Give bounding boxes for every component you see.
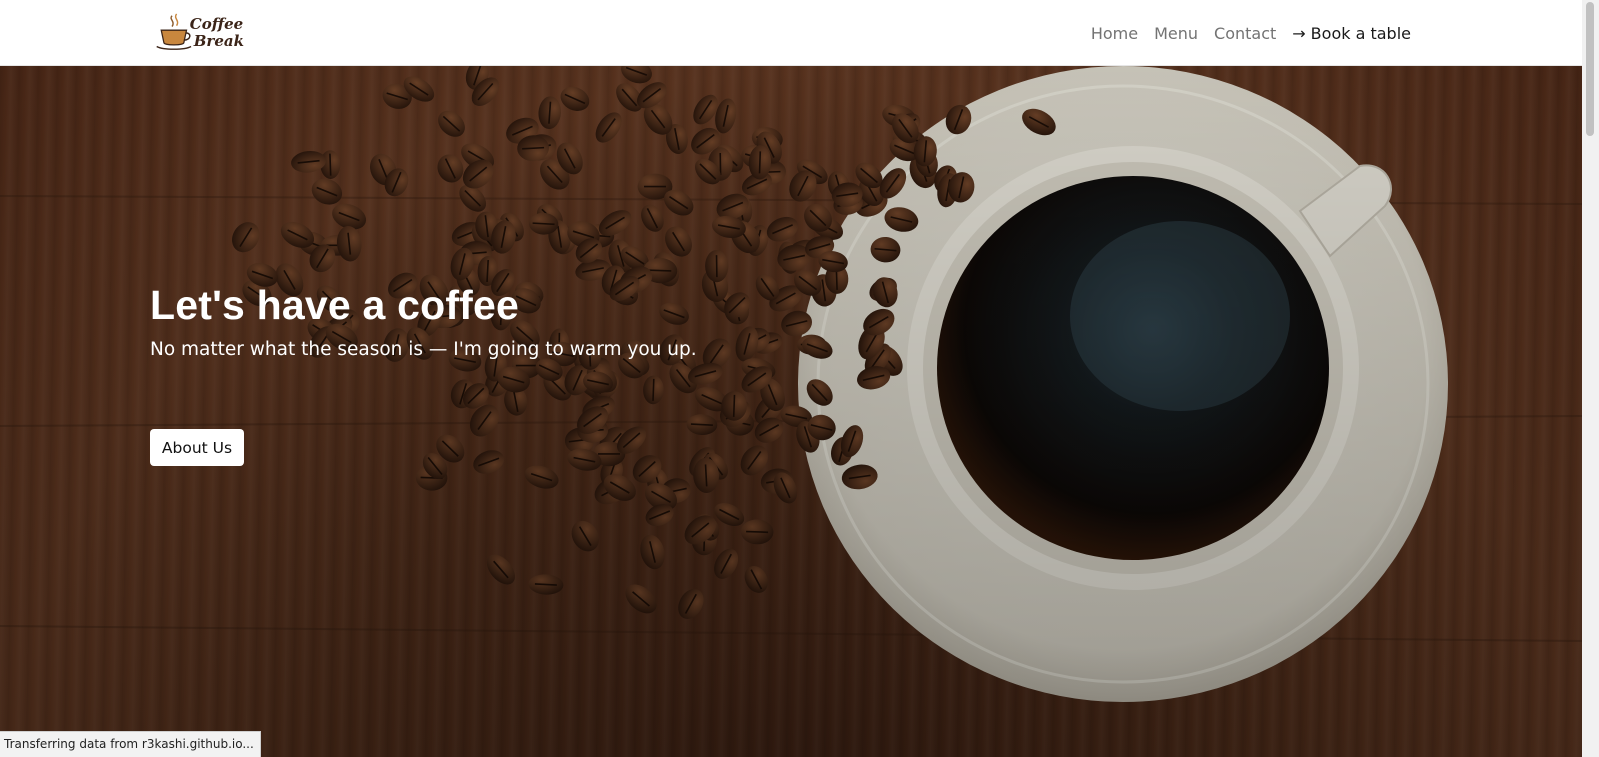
page-scrollbar[interactable] <box>1582 0 1599 757</box>
hero-background-image <box>0 66 1582 757</box>
hero-section: Let's have a coffee No matter what the s… <box>0 66 1582 757</box>
brand-name-line2: Break <box>193 32 244 50</box>
nav-link-menu[interactable]: Menu <box>1146 24 1206 43</box>
scrollbar-thumb[interactable] <box>1586 2 1594 136</box>
coffee-cup-icon <box>156 13 192 50</box>
book-a-table-label: Book a table <box>1310 23 1411 43</box>
brand-name-line1: Coffee <box>189 15 244 33</box>
navbar: Coffee Break Home Menu Contact → Book a … <box>0 0 1582 66</box>
nav-link-home[interactable]: Home <box>1083 24 1146 43</box>
main-nav: Home Menu Contact → Book a table <box>1083 0 1411 66</box>
arrow-right-icon: → <box>1292 23 1306 43</box>
hero-subtitle: No matter what the season is — I'm going… <box>150 339 697 360</box>
nav-link-contact[interactable]: Contact <box>1206 24 1284 43</box>
hero-title: Let's have a coffee <box>150 282 520 328</box>
book-a-table-link[interactable]: → Book a table <box>1284 24 1411 43</box>
brand-name: Coffee Break <box>190 16 244 50</box>
about-us-button[interactable]: About Us <box>150 429 244 466</box>
brand-logo[interactable]: Coffee Break <box>154 8 244 56</box>
browser-status-bar: Transferring data from r3kashi.github.io… <box>0 731 261 757</box>
